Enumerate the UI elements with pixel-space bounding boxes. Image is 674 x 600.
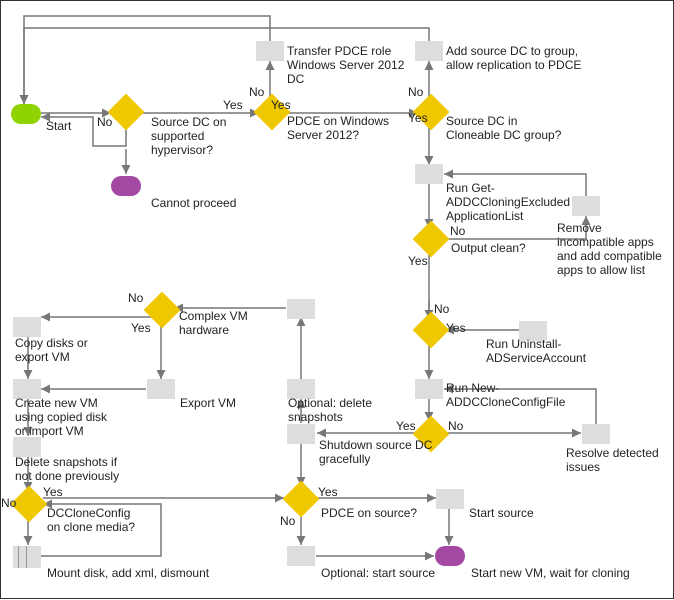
- edge-pdce-yes: Yes: [271, 98, 291, 112]
- label-optional-delete-snap: Optional: delete snapshots: [288, 396, 388, 424]
- edge-config-yes: Yes: [396, 419, 416, 433]
- label-cannot-proceed: Cannot proceed: [151, 196, 236, 210]
- label-optional-start-source: Optional: start source: [321, 566, 435, 580]
- process-remove-incompatible: [572, 196, 600, 216]
- label-remove-incompatible: Remove incompatible apps and add compati…: [557, 221, 667, 277]
- process-mount-disk: [13, 546, 41, 568]
- label-copy-disks: Copy disks or export VM: [15, 336, 95, 364]
- flowchart-canvas: Start Source DC on supported hypervisor?…: [0, 0, 674, 599]
- label-uninstall-adsvc: Run Uninstall-ADServiceAccount: [486, 337, 646, 365]
- edge-dcclone-yes: Yes: [43, 485, 63, 499]
- decision-hypervisor: [108, 94, 145, 131]
- label-hypervisor: Source DC on supported hypervisor?: [151, 115, 261, 157]
- decision-service-accounts: [413, 312, 450, 349]
- label-cloneable-group: Source DC in Cloneable DC group?: [446, 114, 566, 142]
- process-transfer-pdce: [256, 41, 284, 61]
- label-add-to-group: Add source DC to group, allow replicatio…: [446, 44, 591, 72]
- label-dccloneconfig: DCCloneConfig on clone media?: [47, 506, 147, 534]
- label-transfer-pdce: Transfer PDCE role Windows Server 2012 D…: [287, 44, 417, 86]
- decision-output-clean: [413, 221, 450, 258]
- process-pre-run-get: [415, 164, 443, 184]
- process-add-to-group: [415, 41, 443, 61]
- edge-group-yes: Yes: [408, 111, 428, 125]
- process-shutdown-source: [287, 424, 315, 444]
- label-new-config: Run New-ADDCCloneConfigFile: [446, 381, 616, 409]
- label-delete-snapshots: Delete snapshots if not done previously: [15, 455, 125, 483]
- edge-output-yes: Yes: [408, 254, 428, 268]
- label-output-clean: Output clean?: [451, 241, 526, 255]
- label-complex-vm: Complex VM hardware: [179, 309, 259, 337]
- label-mount-disk: Mount disk, add xml, dismount: [47, 566, 209, 580]
- process-resolve-issues: [582, 424, 610, 444]
- label-start: Start: [46, 119, 71, 133]
- label-start-new-vm: Start new VM, wait for cloning: [471, 566, 630, 580]
- edge-hypervisor-no: No: [97, 115, 112, 129]
- edge-pdce-src-yes: Yes: [318, 485, 338, 499]
- edge-hypervisor-yes: Yes: [223, 98, 243, 112]
- label-export-vm: Export VM: [180, 396, 236, 410]
- edge-config-no: No: [448, 419, 463, 433]
- process-new-config: [415, 379, 443, 399]
- edge-output-no: No: [450, 224, 465, 238]
- terminal-start: [11, 104, 41, 124]
- edge-svc-yes: Yes: [446, 321, 472, 335]
- edge-complex-yes: Yes: [131, 321, 151, 335]
- process-optional-start-source: [287, 546, 315, 566]
- process-start-source: [436, 489, 464, 509]
- label-create-vm: Create new VM using copied disk or impor…: [15, 396, 115, 438]
- edge-dcclone-no: No: [1, 496, 16, 510]
- terminal-cannot-proceed: [111, 176, 141, 196]
- edge-pdce-no: No: [249, 85, 264, 99]
- process-delete-snapshots: [13, 437, 41, 457]
- edge-svc-no: No: [434, 302, 460, 316]
- edge-complex-no: No: [128, 291, 143, 305]
- process-copy-disks: [13, 317, 41, 337]
- label-start-source: Start source: [469, 506, 534, 520]
- process-complex-inlet: [287, 299, 315, 319]
- edge-group-no: No: [408, 85, 423, 99]
- process-export-vm: [147, 379, 175, 399]
- edge-pdce-src-no: No: [280, 514, 295, 528]
- label-shutdown-source: Shutdown source DC gracefully: [319, 438, 439, 466]
- label-resolve-issues: Resolve detected issues: [566, 446, 666, 474]
- terminal-start-new-vm: [435, 546, 465, 566]
- label-pdce-2012: PDCE on Windows Server 2012?: [287, 114, 392, 142]
- decision-pdce-source: [283, 481, 320, 518]
- label-pdce-source: PDCE on source?: [321, 506, 417, 520]
